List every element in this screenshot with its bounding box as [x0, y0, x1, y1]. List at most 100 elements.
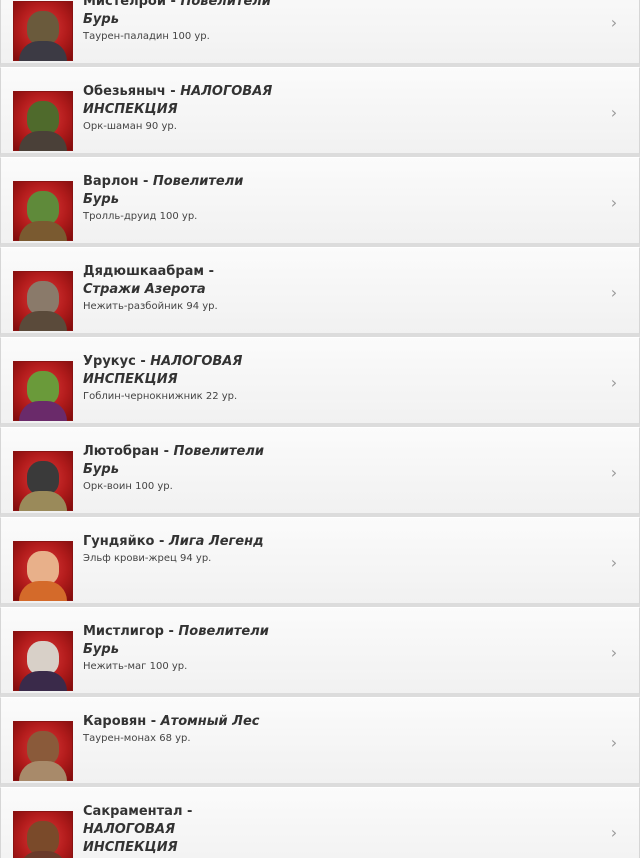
character-guild: НАЛОГОВАЯ ИНСПЕКЦИЯ — [83, 822, 178, 855]
character-row[interactable]: Мистлигор - Повелители Бурь Нежить-маг 1… — [0, 607, 640, 697]
character-description: Эльф крови-жрец 94 ур. — [83, 553, 212, 564]
character-name: Лютобран — [83, 444, 160, 459]
character-row[interactable]: Каровян - Атомный Лес Таурен-монах 68 ур… — [0, 697, 640, 787]
name-guild-separator: - — [168, 624, 179, 639]
character-description: Тролль-друид 100 ур. — [83, 211, 198, 222]
character-texts: Мистелрой - Повелители Бурь Таурен-палад… — [83, 0, 583, 44]
character-row[interactable]: Лютобран - Повелители Бурь Орк-воин 100 … — [0, 427, 640, 517]
character-avatar — [13, 541, 73, 601]
character-texts: Сакраментал - НАЛОГОВАЯ ИНСПЕКЦИЯ Таурен… — [83, 803, 583, 858]
name-guild-separator: - — [208, 264, 214, 279]
character-texts: Гундяйко - Лига Легенд Эльф крови-жрец 9… — [83, 533, 583, 566]
character-title: Сакраментал - НАЛОГОВАЯ ИНСПЕКЦИЯ — [83, 803, 273, 857]
name-guild-separator: - — [158, 534, 169, 549]
character-texts: Обезьяныч - НАЛОГОВАЯ ИНСПЕКЦИЯ Орк-шама… — [83, 83, 583, 134]
character-description: Таурен-паладин 100 ур. — [83, 31, 210, 42]
character-title: Варлон - Повелители Бурь — [83, 173, 273, 209]
chevron-right-icon[interactable]: › — [607, 824, 621, 842]
character-name: Мистелрой — [83, 0, 166, 9]
name-guild-separator: - — [142, 174, 153, 189]
character-row[interactable]: Сакраментал - НАЛОГОВАЯ ИНСПЕКЦИЯ Таурен… — [0, 787, 640, 858]
character-title: Лютобран - Повелители Бурь — [83, 443, 273, 479]
character-description: Орк-воин 100 ур. — [83, 481, 173, 492]
chevron-right-icon[interactable]: › — [607, 284, 621, 302]
name-guild-separator: - — [170, 84, 181, 99]
avatar-face — [27, 731, 59, 765]
chevron-right-icon[interactable]: › — [607, 554, 621, 572]
chevron-right-icon[interactable]: › — [607, 104, 621, 122]
avatar-body — [19, 41, 67, 61]
character-avatar — [13, 271, 73, 331]
avatar-body — [19, 761, 67, 781]
avatar-face — [27, 551, 59, 585]
character-guild: Стражи Азерота — [83, 282, 206, 297]
character-title: Мистелрой - Повелители Бурь — [83, 0, 273, 29]
avatar-body — [19, 581, 67, 601]
character-avatar — [13, 811, 73, 858]
character-name: Сакраментал — [83, 804, 183, 819]
character-name: Варлон — [83, 174, 139, 189]
avatar-body — [19, 131, 67, 151]
character-texts: Варлон - Повелители Бурь Тролль-друид 10… — [83, 173, 583, 224]
name-guild-separator: - — [150, 714, 161, 729]
character-row[interactable]: Дядюшкаабрам - Стражи Азерота Нежить-раз… — [0, 247, 640, 337]
avatar-face — [27, 641, 59, 675]
character-name: Каровян — [83, 714, 147, 729]
character-name: Гундяйко — [83, 534, 155, 549]
character-avatar — [13, 181, 73, 241]
name-guild-separator: - — [170, 0, 181, 9]
character-avatar — [13, 631, 73, 691]
character-description: Орк-шаман 90 ур. — [83, 121, 177, 132]
chevron-right-icon[interactable]: › — [607, 644, 621, 662]
character-avatar — [13, 361, 73, 421]
chevron-right-icon[interactable]: › — [607, 14, 621, 32]
chevron-right-icon[interactable]: › — [607, 464, 621, 482]
avatar-face — [27, 371, 59, 405]
avatar-body — [19, 851, 67, 858]
character-title: Гундяйко - Лига Легенд — [83, 533, 273, 551]
character-texts: Мистлигор - Повелители Бурь Нежить-маг 1… — [83, 623, 583, 674]
avatar-body — [19, 671, 67, 691]
character-guild: Атомный Лес — [160, 714, 260, 729]
character-title: Урукус - НАЛОГОВАЯ ИНСПЕКЦИЯ — [83, 353, 273, 389]
character-name: Урукус — [83, 354, 136, 369]
character-description: Нежить-разбойник 94 ур. — [83, 301, 218, 312]
character-row[interactable]: Гундяйко - Лига Легенд Эльф крови-жрец 9… — [0, 517, 640, 607]
character-row[interactable]: Варлон - Повелители Бурь Тролль-друид 10… — [0, 157, 640, 247]
character-title: Мистлигор - Повелители Бурь — [83, 623, 273, 659]
avatar-face — [27, 11, 59, 45]
character-title: Каровян - Атомный Лес — [83, 713, 273, 731]
avatar-body — [19, 491, 67, 511]
chevron-right-icon[interactable]: › — [607, 194, 621, 212]
avatar-face — [27, 461, 59, 495]
character-name: Обезьяныч — [83, 84, 166, 99]
name-guild-separator: - — [140, 354, 151, 369]
chevron-right-icon[interactable]: › — [607, 374, 621, 392]
character-avatar — [13, 721, 73, 781]
character-name: Дядюшкаабрам — [83, 264, 205, 279]
name-guild-separator: - — [187, 804, 193, 819]
chevron-right-icon[interactable]: › — [607, 734, 621, 752]
character-description: Таурен-монах 68 ур. — [83, 733, 191, 744]
character-avatar — [13, 91, 73, 151]
character-list: Мистелрой - Повелители Бурь Таурен-палад… — [0, 0, 640, 858]
character-title: Обезьяныч - НАЛОГОВАЯ ИНСПЕКЦИЯ — [83, 83, 273, 119]
avatar-face — [27, 191, 59, 225]
character-row[interactable]: Урукус - НАЛОГОВАЯ ИНСПЕКЦИЯ Гоблин-черн… — [0, 337, 640, 427]
character-texts: Дядюшкаабрам - Стражи Азерота Нежить-раз… — [83, 263, 583, 314]
character-avatar — [13, 1, 73, 61]
character-row[interactable]: Обезьяныч - НАЛОГОВАЯ ИНСПЕКЦИЯ Орк-шама… — [0, 67, 640, 157]
character-avatar — [13, 451, 73, 511]
avatar-face — [27, 821, 59, 855]
character-texts: Каровян - Атомный Лес Таурен-монах 68 ур… — [83, 713, 583, 746]
character-description: Нежить-маг 100 ур. — [83, 661, 188, 672]
avatar-body — [19, 311, 67, 331]
character-row[interactable]: Мистелрой - Повелители Бурь Таурен-палад… — [0, 0, 640, 67]
character-title: Дядюшкаабрам - Стражи Азерота — [83, 263, 273, 299]
character-description: Гоблин-чернокнижник 22 ур. — [83, 391, 238, 402]
avatar-body — [19, 221, 67, 241]
character-texts: Лютобран - Повелители Бурь Орк-воин 100 … — [83, 443, 583, 494]
name-guild-separator: - — [163, 444, 174, 459]
character-texts: Урукус - НАЛОГОВАЯ ИНСПЕКЦИЯ Гоблин-черн… — [83, 353, 583, 404]
avatar-face — [27, 281, 59, 315]
